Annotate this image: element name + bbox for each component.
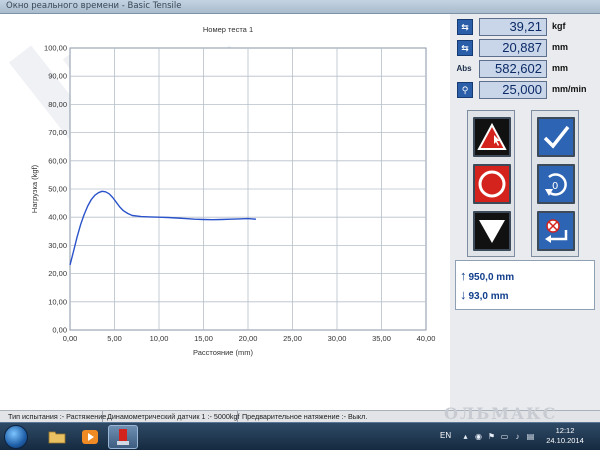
return-to-zero-button[interactable]: 0 — [537, 164, 575, 204]
window-title: Окно реального времени - Basic Tensile — [6, 1, 182, 11]
upper-limit-value: 950,0 mm — [468, 272, 515, 283]
tray-network-icon[interactable]: ◉ — [474, 432, 483, 441]
triangle-down-icon — [479, 220, 505, 243]
y-tick-label: 0,00 — [52, 326, 67, 335]
position-icon[interactable]: ⇆ — [457, 40, 473, 56]
x-tick-label: 10,00 — [150, 334, 169, 343]
travel-limits-box: ↑ 950,0 mm ↓ 93,0 mm — [455, 260, 595, 310]
tray-monitor-icon[interactable]: ▭ — [500, 432, 509, 441]
system-clock[interactable]: 12:12 24.10.2014 — [540, 426, 590, 446]
status-test-type: Тип испытания :- Растяжение — [4, 411, 106, 422]
arrow-down-icon: ↓ — [460, 287, 467, 302]
tensile-app-taskbar-button[interactable] — [108, 425, 138, 449]
brand-watermark: ОЛЬМАКС — [444, 404, 558, 423]
status-sensor: Динамометрический датчик 1 :- 5000kgf — [103, 411, 239, 422]
load-value: 39,21 — [479, 18, 547, 36]
clock-time: 12:12 — [555, 426, 575, 435]
readout-absolute: Abs 582,602 mm — [454, 60, 600, 78]
window-titlebar[interactable]: Окно реального времени - Basic Tensile — [0, 0, 600, 14]
y-axis-label: Нагрузка (kgf) — [30, 164, 39, 213]
x-tick-label: 30,00 — [328, 334, 347, 343]
move-up-button[interactable] — [473, 117, 511, 157]
absolute-unit: mm — [552, 63, 569, 73]
tray-volume-icon[interactable]: ♪ — [513, 432, 522, 441]
load-distance-chart: 0,00 5,00 10,00 15,00 20,00 25,00 30,00 35,00 40… — [30, 25, 436, 357]
speed-icon[interactable]: ⚲ — [457, 82, 473, 98]
arrow-up-icon: ↑ — [460, 268, 467, 283]
tray-arrow-icon[interactable]: ▴ — [461, 432, 470, 441]
start-button[interactable] — [4, 425, 28, 449]
readout-speed: ⚲ 25,000 mm/min — [454, 81, 600, 99]
tensile-app-icon — [117, 429, 129, 445]
x-tick-label: 0,00 — [63, 334, 78, 343]
return-zero-icon: 0 — [545, 173, 567, 196]
y-tick-label: 90,00 — [48, 72, 67, 81]
load-unit: kgf — [552, 21, 566, 31]
folder-icon — [48, 431, 66, 444]
tray-usb-icon[interactable]: ▤ — [526, 432, 535, 441]
position-unit: mm — [552, 42, 569, 52]
speed-value: 25,000 — [479, 81, 547, 99]
svg-text:0: 0 — [552, 181, 558, 192]
readout-load: ⇆ 39,21 kgf — [454, 18, 600, 36]
control-panel: ⇆ 39,21 kgf ⇆ 20,887 mm Abs 582,602 mm ⚲… — [450, 14, 600, 410]
checkmark-icon — [543, 125, 570, 149]
load-icon[interactable]: ⇆ — [457, 19, 473, 35]
y-tick-label: 20,00 — [48, 269, 67, 278]
client-area: 0,00 5,00 10,00 15,00 20,00 25,00 30,00 35,00 40… — [0, 14, 600, 410]
x-tick-label: 40,00 — [417, 334, 436, 343]
stop-button[interactable] — [473, 164, 511, 204]
x-tick-label: 20,00 — [239, 334, 258, 343]
y-tick-label: 40,00 — [48, 213, 67, 222]
taskbar: EN ▴ ◉ ⚑ ▭ ♪ ▤ 12:12 24.10.2014 — [0, 422, 600, 450]
y-tick-label: 80,00 — [48, 100, 67, 109]
confirm-button[interactable] — [537, 117, 575, 157]
action-button-group: 0 — [531, 110, 579, 257]
chart-title: Номер теста 1 — [203, 25, 253, 34]
stop-circle-icon — [478, 170, 506, 198]
lower-limit-value: 93,0 mm — [468, 291, 509, 302]
language-indicator[interactable]: EN — [440, 431, 451, 440]
x-tick-label: 25,00 — [283, 334, 302, 343]
readout-position: ⇆ 20,887 mm — [454, 39, 600, 57]
abs-label: Abs — [456, 64, 472, 73]
x-tick-label: 5,00 — [107, 334, 122, 343]
move-down-button[interactable] — [473, 211, 511, 251]
triangle-up-icon — [477, 122, 507, 150]
tray-flag-icon[interactable]: ⚑ — [487, 432, 496, 441]
clock-date: 24.10.2014 — [546, 436, 584, 445]
chart-panel: 0,00 5,00 10,00 15,00 20,00 25,00 30,00 35,00 40… — [0, 14, 450, 410]
media-play-icon — [82, 430, 98, 444]
absolute-value: 582,602 — [479, 60, 547, 78]
motion-button-group — [467, 110, 515, 257]
media-player-taskbar-button[interactable] — [75, 425, 105, 449]
x-tick-label: 15,00 — [194, 334, 213, 343]
lower-limit: ↓ 93,0 mm — [460, 286, 509, 304]
y-tick-label: 70,00 — [48, 128, 67, 137]
x-axis-label: Расстояние (mm) — [193, 348, 254, 357]
cancel-return-button[interactable] — [537, 211, 575, 251]
speed-unit: mm/min — [552, 84, 587, 94]
y-tick-label: 50,00 — [48, 185, 67, 194]
position-value: 20,887 — [479, 39, 547, 57]
y-tick-label: 60,00 — [48, 156, 67, 165]
y-tick-label: 100,00 — [44, 44, 67, 53]
y-tick-label: 30,00 — [48, 241, 67, 250]
y-tick-label: 10,00 — [48, 297, 67, 306]
status-pretension: Предварительное натяжение :- Выкл. — [242, 412, 368, 421]
cancel-enter-icon — [545, 219, 568, 243]
x-tick-label: 35,00 — [372, 334, 391, 343]
explorer-taskbar-button[interactable] — [42, 425, 72, 449]
upper-limit: ↑ 950,0 mm — [460, 267, 514, 285]
